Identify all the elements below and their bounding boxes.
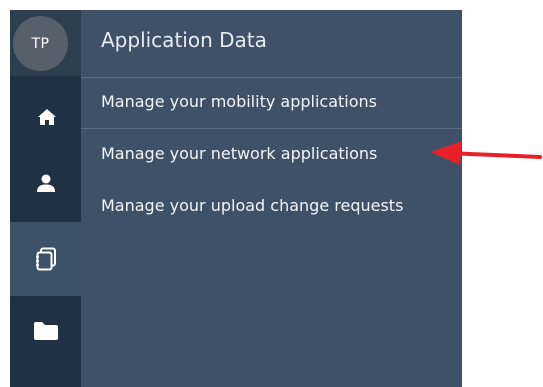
menu-item-mobility-applications[interactable]: Manage your mobility applications xyxy=(101,92,377,111)
annotation-arrow-icon xyxy=(430,141,542,165)
user-icon xyxy=(36,174,55,192)
menu-item-network-applications[interactable]: Manage your network applications xyxy=(101,144,377,163)
rail-item-profile[interactable] xyxy=(10,150,81,216)
rail-item-applications[interactable] xyxy=(10,222,81,296)
avatar-row: TP xyxy=(10,10,81,76)
icon-rail: TP xyxy=(10,10,81,387)
divider xyxy=(81,128,462,129)
folder-icon xyxy=(33,322,58,340)
application-data-panel: Application Data Manage your mobility ap… xyxy=(81,10,462,387)
rail-item-files[interactable] xyxy=(10,298,81,364)
user-avatar[interactable]: TP xyxy=(13,16,68,71)
divider xyxy=(81,77,462,78)
home-icon xyxy=(37,109,56,125)
rail-item-home[interactable] xyxy=(10,76,81,142)
menu-item-upload-change-requests[interactable]: Manage your upload change requests xyxy=(101,196,403,215)
applications-icon xyxy=(35,247,56,271)
panel-title: Application Data xyxy=(101,28,267,52)
